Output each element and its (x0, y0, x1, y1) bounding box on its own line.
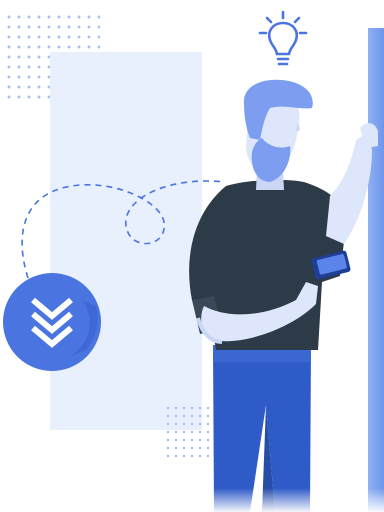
illustration-art (3, 10, 378, 512)
person-trousers (213, 345, 311, 512)
chevrons-down-icon (3, 273, 101, 371)
person-head (243, 79, 313, 182)
illustration-canvas (0, 0, 384, 512)
lightbulb-icon (258, 10, 308, 66)
floor-fade (0, 488, 384, 512)
person-raised-arm (326, 123, 378, 244)
